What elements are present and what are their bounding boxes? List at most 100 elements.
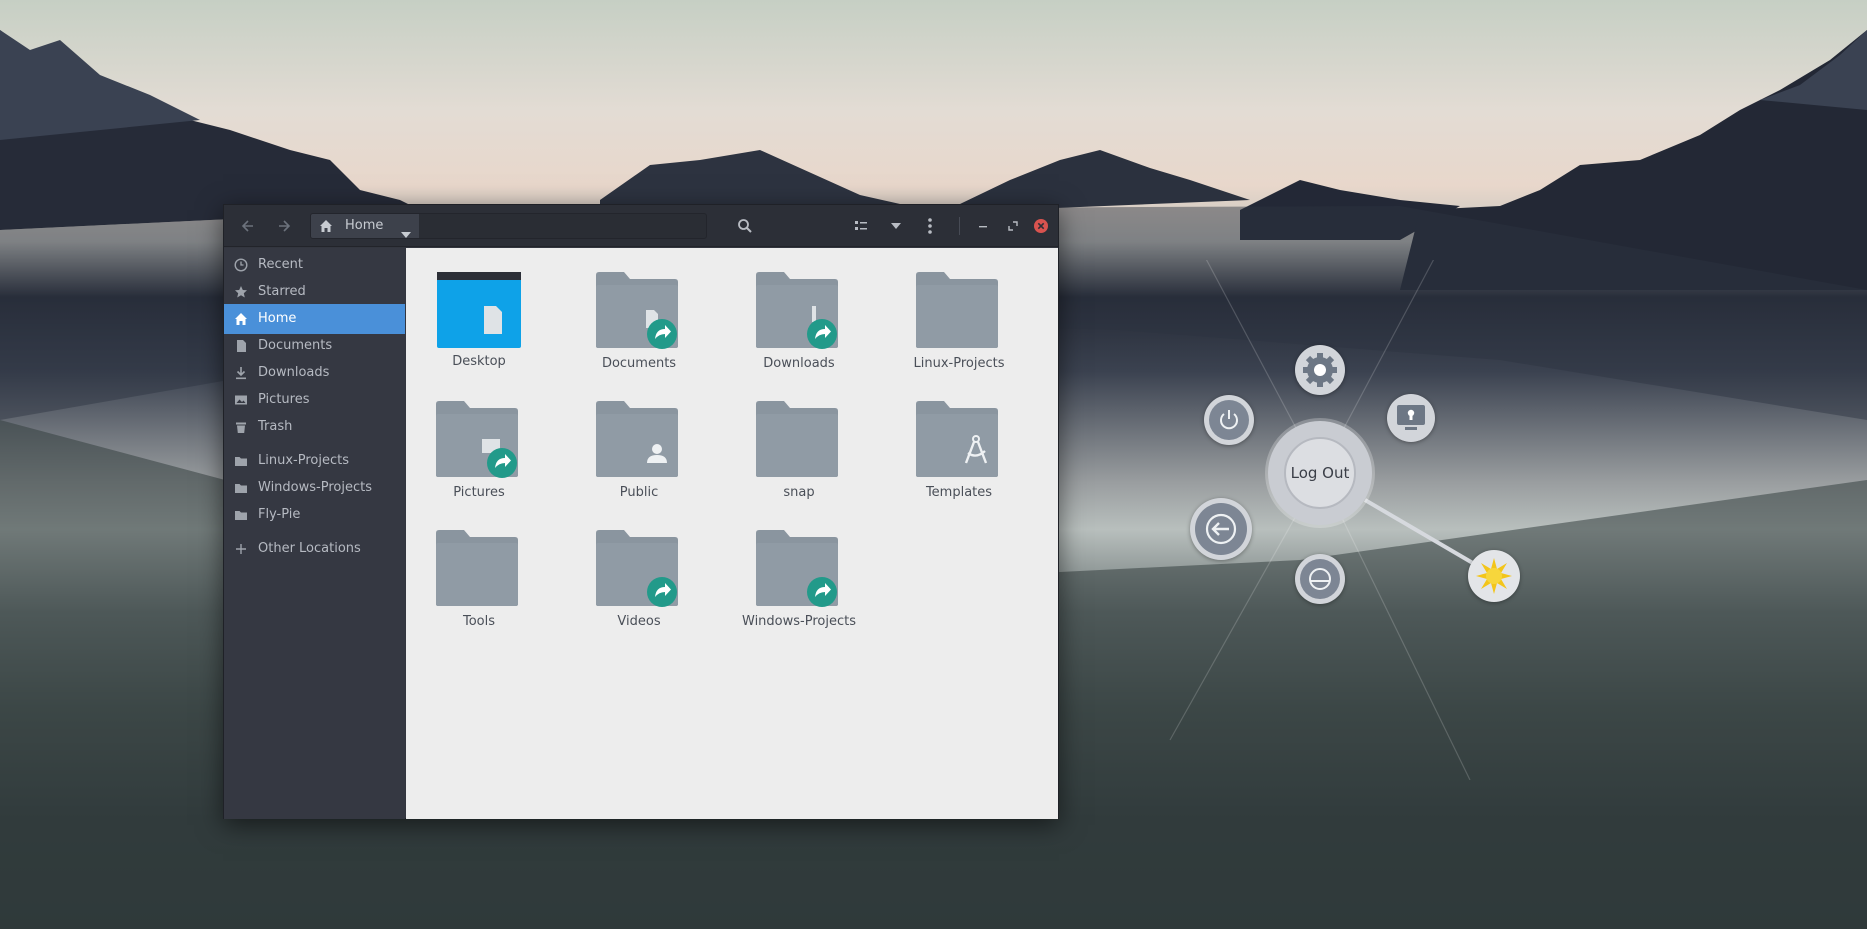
sidebar-item-label: Fly-Pie	[258, 507, 301, 522]
kebab-menu-icon	[928, 218, 932, 234]
pie-item-log-out[interactable]	[1190, 498, 1252, 560]
power-disc	[1209, 400, 1249, 440]
places-sidebar: Recent Starred Home Documents Downloads …	[224, 248, 405, 819]
maximize-icon	[1008, 221, 1018, 231]
folder-icon	[234, 454, 248, 468]
header-bar: Home	[224, 205, 1058, 247]
close-button[interactable]	[1030, 212, 1052, 240]
sidebar-item-other-locations[interactable]: Other Locations	[224, 534, 405, 564]
folder-icon	[234, 508, 248, 522]
file-manager-window: Home Recent Starred Home Documents Downl…	[223, 204, 1059, 819]
sidebar-item-starred[interactable]: Starred	[224, 277, 405, 307]
file-item-public[interactable]: Public	[574, 401, 704, 519]
minimize-button[interactable]	[972, 212, 994, 240]
file-item-windows-projects[interactable]: Windows-Projects	[734, 530, 864, 648]
list-view-icon	[855, 221, 867, 230]
sidebar-item-fly-pie[interactable]: Fly-Pie	[224, 500, 405, 530]
folder-icon	[234, 481, 248, 495]
view-options-button[interactable]	[884, 212, 908, 240]
header-divider	[959, 217, 960, 235]
documents-folder-icon	[596, 272, 678, 349]
sidebar-item-label: Recent	[258, 257, 303, 272]
forward-button[interactable]	[270, 212, 298, 240]
trash-icon	[234, 420, 248, 434]
fly-pie-menu: Log Out	[1140, 260, 1580, 780]
path-home-label: Home	[345, 218, 384, 233]
file-item-label: Videos	[617, 614, 661, 629]
clock-icon	[234, 258, 248, 272]
close-icon	[1034, 219, 1048, 233]
sidebar-item-windows-projects[interactable]: Windows-Projects	[224, 473, 405, 503]
folder-icon	[916, 272, 998, 348]
pie-item-lock-screen[interactable]	[1387, 394, 1435, 442]
folder-icon	[436, 530, 518, 606]
chevron-down-icon[interactable]	[401, 223, 411, 242]
menu-button[interactable]	[918, 212, 942, 240]
sidebar-item-downloads[interactable]: Downloads	[224, 358, 405, 388]
file-item-label: Pictures	[453, 485, 505, 500]
arrow-left-icon	[241, 220, 253, 232]
sidebar-item-label: Downloads	[258, 365, 330, 380]
file-item-label: Windows-Projects	[742, 614, 856, 629]
pie-item-suspend[interactable]	[1295, 554, 1345, 604]
file-item-downloads[interactable]: Downloads	[734, 272, 864, 390]
pie-center-logout[interactable]: Log Out	[1268, 421, 1372, 525]
power-icon	[1220, 410, 1238, 430]
view-list-button[interactable]	[846, 212, 876, 240]
file-item-label: Documents	[601, 356, 677, 371]
folder-icon	[756, 401, 838, 477]
pie-item-brightness[interactable]	[1468, 550, 1520, 602]
plus-icon	[234, 542, 248, 556]
sidebar-item-home[interactable]: Home	[224, 304, 405, 334]
logout-arrow-icon	[1205, 513, 1237, 545]
file-item-label: Downloads	[763, 356, 835, 371]
file-item-linux-projects[interactable]: Linux-Projects	[894, 272, 1024, 390]
public-folder-icon	[596, 401, 678, 477]
star-icon	[234, 285, 248, 299]
sidebar-item-documents[interactable]: Documents	[224, 331, 405, 361]
templates-folder-icon	[916, 401, 998, 477]
pictures-folder-icon	[436, 401, 518, 478]
suspend-disc	[1300, 559, 1340, 599]
sidebar-item-label: Linux-Projects	[258, 453, 349, 468]
sidebar-item-recent[interactable]: Recent	[224, 250, 405, 280]
home-icon	[234, 312, 248, 326]
file-item-label: Linux-Projects	[913, 356, 1005, 371]
file-item-snap[interactable]: snap	[734, 401, 864, 519]
sidebar-item-label: Documents	[258, 338, 333, 353]
logout-disc	[1195, 503, 1247, 555]
windows-projects-folder-icon	[756, 530, 838, 607]
sidebar-item-label: Other Locations	[258, 541, 361, 556]
file-item-documents[interactable]: Documents	[574, 272, 704, 390]
sidebar-item-label: Starred	[258, 284, 306, 299]
sidebar-item-trash[interactable]: Trash	[224, 412, 405, 442]
back-button[interactable]	[234, 212, 262, 240]
path-bar: Home	[310, 213, 707, 239]
file-item-tools[interactable]: Tools	[414, 530, 544, 648]
sidebar-item-linux-projects[interactable]: Linux-Projects	[224, 446, 405, 476]
file-grid: Desktop Documents Downloads Linux-Projec…	[406, 248, 1058, 819]
sidebar-item-label: Pictures	[258, 392, 310, 407]
suspend-icon	[1309, 568, 1331, 590]
document-icon	[234, 339, 248, 353]
download-icon	[234, 366, 248, 380]
pie-item-power-off[interactable]	[1204, 395, 1254, 445]
maximize-button[interactable]	[1002, 212, 1024, 240]
file-item-templates[interactable]: Templates	[894, 401, 1024, 519]
file-item-label: Desktop	[452, 354, 506, 369]
search-button[interactable]	[730, 212, 760, 240]
file-item-desktop[interactable]: Desktop	[414, 272, 544, 390]
desktop-folder-icon	[437, 272, 521, 348]
downloads-folder-icon	[756, 272, 838, 349]
videos-folder-icon	[596, 530, 678, 607]
file-item-pictures[interactable]: Pictures	[414, 401, 544, 519]
lock-screen-icon	[1397, 405, 1425, 430]
sidebar-item-pictures[interactable]: Pictures	[224, 385, 405, 415]
pie-item-settings[interactable]	[1295, 345, 1345, 395]
image-icon	[234, 393, 248, 407]
file-item-videos[interactable]: Videos	[574, 530, 704, 648]
search-icon	[738, 219, 752, 233]
sidebar-item-label: Trash	[258, 419, 293, 434]
path-home-button[interactable]: Home	[311, 214, 419, 238]
sun-icon	[1476, 558, 1512, 594]
